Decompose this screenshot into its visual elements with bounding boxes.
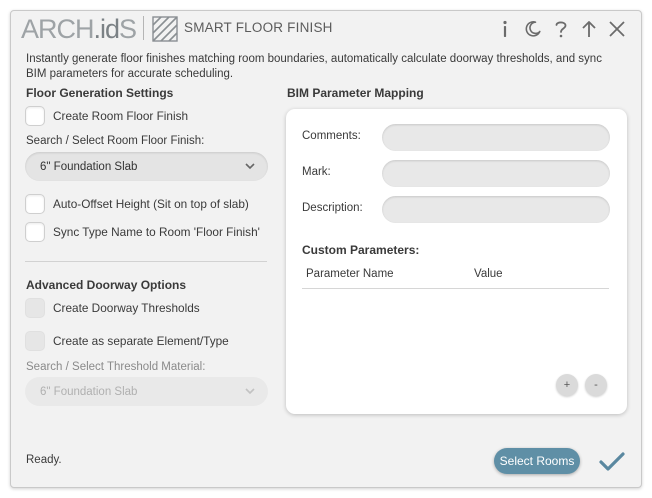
chevron-down-icon [245, 163, 255, 170]
sync-type-name-row[interactable]: Sync Type Name to Room 'Floor Finish' [25, 222, 260, 242]
bim-mapping-title: BIM Parameter Mapping [287, 86, 424, 100]
floor-finish-search-label: Search / Select Room Floor Finish: [26, 135, 205, 147]
create-thresholds-label: Create Doorway Thresholds [53, 301, 200, 315]
auto-offset-checkbox[interactable] [25, 194, 45, 214]
description-field[interactable] [382, 196, 610, 223]
column-header-value: Value [474, 268, 503, 280]
mark-label: Mark: [302, 166, 331, 178]
logo-separator [143, 16, 144, 40]
floor-generation-title: Floor Generation Settings [26, 86, 174, 100]
logo-text-arch: ARCH [21, 14, 95, 44]
separate-element-label: Create as separate Element/Type [53, 334, 229, 348]
description-label: Description: [302, 202, 363, 214]
mark-field[interactable] [382, 160, 610, 187]
archids-logo: ARCH. id S [21, 14, 137, 44]
title-bar: ARCH. id S SMART FLOOR FINISH [11, 11, 641, 49]
threshold-material-label: Search / Select Threshold Material: [26, 361, 206, 373]
floor-finish-select[interactable]: 6" Foundation Slab [25, 152, 268, 181]
floor-finish-selected-value: 6" Foundation Slab [40, 160, 138, 173]
confirm-check-icon[interactable] [599, 450, 625, 474]
app-title: SMART FLOOR FINISH [184, 20, 333, 35]
remove-parameter-button[interactable]: - [585, 374, 607, 396]
threshold-material-selected-value: 6" Foundation Slab [40, 385, 138, 398]
doorway-options-title: Advanced Doorway Options [26, 278, 187, 292]
status-text: Ready. [26, 454, 62, 466]
hatch-pattern-icon [152, 16, 178, 42]
bim-mapping-panel: Comments: Mark: Description: Custom Para… [286, 109, 627, 414]
comments-label: Comments: [302, 130, 361, 142]
comments-field[interactable] [382, 124, 610, 151]
separate-element-row[interactable]: Create as separate Element/Type [25, 331, 229, 351]
separate-element-checkbox[interactable] [25, 331, 45, 351]
arrow-up-icon[interactable] [579, 17, 599, 41]
logo-text-id: id [100, 14, 120, 44]
create-thresholds-checkbox[interactable] [25, 298, 45, 318]
title-bar-actions [495, 17, 627, 41]
info-icon[interactable] [495, 17, 515, 41]
help-icon[interactable] [551, 17, 571, 41]
add-parameter-button[interactable]: + [556, 374, 578, 396]
column-header-parameter-name: Parameter Name [306, 268, 394, 280]
custom-parameters-title: Custom Parameters: [302, 243, 420, 257]
section-divider [25, 261, 267, 262]
custom-parameters-table-header: Parameter Name Value [302, 267, 609, 289]
create-room-floor-finish-label: Create Room Floor Finish [53, 109, 189, 123]
sync-type-name-label: Sync Type Name to Room 'Floor Finish' [53, 225, 260, 239]
threshold-material-select[interactable]: 6" Foundation Slab [25, 377, 268, 406]
select-rooms-button[interactable]: Select Rooms [494, 448, 580, 474]
auto-offset-label: Auto-Offset Height (Sit on top of slab) [53, 197, 249, 211]
create-thresholds-row[interactable]: Create Doorway Thresholds [25, 298, 200, 318]
sync-type-name-checkbox[interactable] [25, 222, 45, 242]
chevron-down-icon [245, 388, 255, 395]
create-room-floor-finish-checkbox[interactable] [25, 106, 45, 126]
tool-description: Instantly generate floor finishes matchi… [26, 53, 602, 80]
auto-offset-row[interactable]: Auto-Offset Height (Sit on top of slab) [25, 194, 249, 214]
close-icon[interactable] [607, 17, 627, 41]
moon-icon[interactable] [523, 17, 543, 41]
logo-text-s: S [119, 14, 137, 44]
create-room-floor-finish-row[interactable]: Create Room Floor Finish [25, 106, 188, 126]
app-window: ARCH. id S SMART FLOOR FINISH Instantly … [10, 10, 642, 488]
